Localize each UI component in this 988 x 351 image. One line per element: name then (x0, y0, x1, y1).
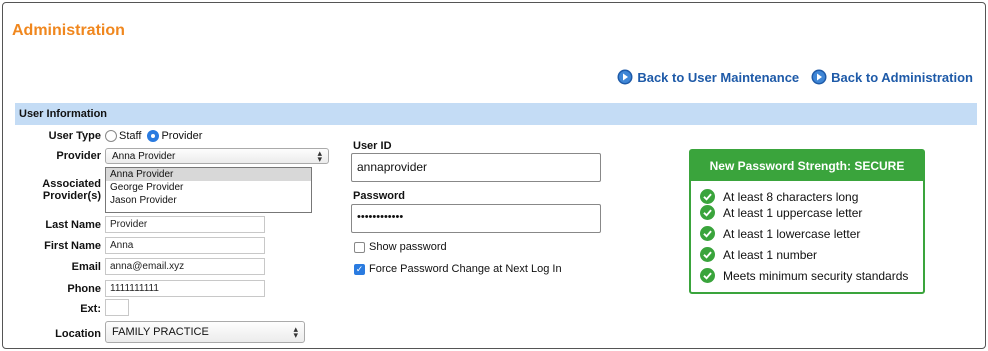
password-strength-panel: New Password Strength: SECURE At least 8… (689, 149, 925, 294)
password-strength-header: New Password Strength: SECURE (691, 151, 923, 181)
show-password-label: Show password (369, 241, 447, 253)
force-password-change-toggle[interactable]: ✓ Force Password Change at Next Log In (354, 263, 562, 275)
arrow-right-circle-icon (617, 69, 633, 85)
associated-label-line-1: Associated (42, 178, 101, 190)
strength-rule-text: Meets minimum security standards (723, 268, 909, 283)
strength-rule-text: At least 1 number (723, 247, 818, 262)
ext-label: Ext: (80, 303, 101, 315)
radio-staff-label: Staff (119, 130, 142, 142)
nav-links: Back to User Maintenance Back to Adminis… (617, 69, 973, 85)
email-label: Email (71, 261, 101, 273)
strength-rule: At least 1 number (700, 247, 817, 262)
listbox-option[interactable]: Jason Provider (106, 194, 311, 207)
listbox-option[interactable]: Anna Provider (106, 168, 311, 181)
radio-staff[interactable] (105, 130, 117, 142)
provider-label: Provider (56, 150, 101, 162)
user-type-label: User Type (48, 130, 101, 142)
page-title: Administration (12, 22, 125, 39)
check-circle-icon (700, 247, 715, 262)
select-arrows-icon: ▴ ▾ (293, 324, 298, 340)
strength-rule-text: At least 8 characters long (723, 189, 859, 204)
back-to-user-maintenance-link[interactable]: Back to User Maintenance (617, 69, 799, 85)
email-input[interactable]: anna@email.xyz (105, 258, 265, 275)
show-password-toggle[interactable]: Show password (354, 241, 447, 253)
location-label: Location (55, 328, 101, 340)
radio-provider-label: Provider (161, 130, 203, 142)
strength-rule: At least 1 lowercase letter (700, 226, 860, 241)
phone-label: Phone (67, 283, 101, 295)
strength-rule-text: At least 1 lowercase letter (723, 226, 861, 241)
select-arrows-icon: ▴ ▾ (317, 148, 322, 164)
phone-input[interactable]: 1111111111 (105, 280, 265, 297)
back-to-administration-link[interactable]: Back to Administration (811, 69, 973, 85)
location-select-value: FAMILY PRACTICE (112, 326, 209, 338)
provider-select-value: Anna Provider (112, 150, 176, 162)
associated-label-line-2: Provider(s) (42, 190, 101, 202)
user-type-radio-group: Staff Provider (105, 130, 202, 142)
listbox-option[interactable]: George Provider (106, 181, 311, 194)
location-select[interactable]: FAMILY PRACTICE ▴ ▾ (105, 321, 305, 343)
check-circle-icon (700, 205, 715, 220)
check-circle-icon (700, 268, 715, 283)
strength-rule: At least 1 uppercase letter (700, 205, 862, 220)
force-password-change-checkbox[interactable]: ✓ (354, 263, 365, 275)
radio-provider[interactable] (147, 130, 160, 142)
last-name-input[interactable]: Provider (105, 216, 265, 233)
user-id-input[interactable]: annaprovider (351, 153, 601, 182)
first-name-label: First Name (44, 240, 101, 252)
back-to-administration-label: Back to Administration (831, 69, 973, 85)
strength-rule-text: At least 1 uppercase letter (723, 205, 863, 220)
associated-providers-listbox[interactable]: Anna Provider George Provider Jason Prov… (105, 167, 312, 213)
user-id-label: User ID (353, 140, 392, 152)
check-circle-icon (700, 189, 715, 204)
back-to-user-maintenance-label: Back to User Maintenance (637, 69, 800, 85)
associated-providers-label: Associated Provider(s) (15, 178, 101, 202)
strength-rule: Meets minimum security standards (700, 268, 908, 283)
admin-panel: Administration Back to User Maintenance … (2, 2, 986, 349)
arrow-right-circle-icon (811, 69, 827, 85)
ext-input[interactable] (105, 299, 129, 316)
check-circle-icon (700, 226, 715, 241)
last-name-label: Last Name (45, 219, 101, 231)
strength-rule: At least 8 characters long (700, 189, 858, 204)
password-label: Password (353, 190, 405, 202)
provider-select[interactable]: Anna Provider ▴ ▾ (105, 148, 329, 164)
section-header: User Information (15, 103, 977, 125)
password-input[interactable]: •••••••••••• (351, 204, 601, 233)
show-password-checkbox[interactable] (354, 241, 365, 253)
force-password-change-label: Force Password Change at Next Log In (369, 263, 562, 275)
first-name-input[interactable]: Anna (105, 237, 265, 254)
